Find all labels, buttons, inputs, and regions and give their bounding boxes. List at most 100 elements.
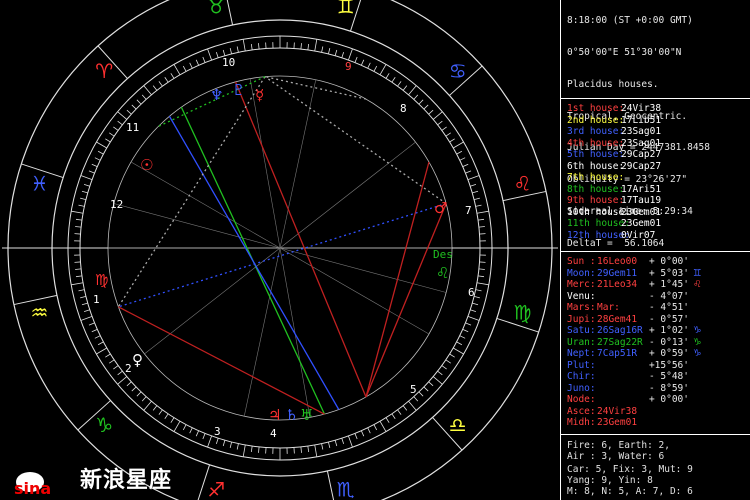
degree-tick xyxy=(441,365,447,370)
degree-tick xyxy=(408,400,417,411)
degree-tick xyxy=(195,430,200,437)
degree-tick xyxy=(473,295,480,299)
house-label: 12th house: xyxy=(567,229,630,241)
planet-row: Sun :16Leo00 + 0°00' xyxy=(567,256,707,268)
degree-tick xyxy=(327,48,331,55)
degree-tick xyxy=(423,104,429,110)
degree-tick xyxy=(250,43,253,51)
planet-declination: - 0°57' xyxy=(648,313,689,325)
degree-tick xyxy=(475,289,482,292)
house-cusp-value: 23Gem01 xyxy=(621,206,662,218)
degree-tick xyxy=(189,427,193,434)
planet-row: Nept:7Cap51R + 0°59' ♑ xyxy=(567,348,707,360)
degree-tick xyxy=(117,376,128,385)
planet-declination: - 5°48' xyxy=(648,371,689,382)
degree-tick xyxy=(108,359,115,364)
planet-position: 26Sag16R xyxy=(597,325,643,336)
degree-tick xyxy=(449,138,455,143)
degree-tick xyxy=(131,386,137,392)
planet-position: 23Gem01 xyxy=(597,417,638,428)
degree-tick xyxy=(126,381,132,387)
planet-glyph-icon: ♍ xyxy=(95,271,108,289)
house-system-line: Placidus houses. xyxy=(567,78,659,90)
degree-tick xyxy=(94,157,101,161)
degree-tick xyxy=(391,413,396,420)
degree-tick xyxy=(143,400,152,411)
degree-tick xyxy=(334,49,338,56)
degree-tick xyxy=(472,190,479,194)
house-number: 2 xyxy=(125,362,132,375)
coordinates-line: 0°50'00"E 51°30'00"N xyxy=(567,46,682,58)
planet-name: Plut: xyxy=(567,359,596,371)
degree-tick xyxy=(88,322,95,326)
degree-tick xyxy=(141,396,147,402)
degree-tick xyxy=(432,111,443,120)
degree-tick xyxy=(478,226,485,228)
degree-tick xyxy=(158,409,163,415)
planet-sign-icon: ♑ xyxy=(693,325,702,336)
degree-tick xyxy=(432,376,443,385)
planet-declination: - 0°13' xyxy=(648,336,689,348)
degree-tick xyxy=(222,440,226,447)
degree-tick xyxy=(476,210,489,214)
house-cusp-value: 23Sag01 xyxy=(621,126,662,137)
degree-tick xyxy=(467,316,480,321)
house-number: 9 xyxy=(345,60,352,73)
degree-tick xyxy=(476,282,489,286)
degree-tick xyxy=(367,427,371,434)
gemini-icon: ♊ xyxy=(337,0,355,19)
planet-declination: - 8°59' xyxy=(648,382,689,394)
sina-watermark: sina 新浪星座 xyxy=(10,458,210,498)
degree-tick xyxy=(141,94,147,100)
degree-tick xyxy=(445,359,452,364)
degree-tick xyxy=(258,43,260,50)
planet-name: Nept: xyxy=(567,348,596,359)
degree-tick xyxy=(478,268,485,270)
planet-position: 27Sag22R xyxy=(597,336,643,348)
house-cusp-row: 1st house:24Vir38 xyxy=(567,103,662,115)
house-cusp-line xyxy=(113,203,281,249)
house-cusp-line xyxy=(279,79,317,249)
degree-tick xyxy=(402,85,408,91)
degree-tick xyxy=(307,43,310,51)
degree-tick xyxy=(477,275,485,278)
planet-glyph-icon: ☿ xyxy=(255,86,264,104)
house-cusp-line xyxy=(279,247,447,293)
degree-tick xyxy=(96,347,107,355)
aspect-line xyxy=(118,306,325,415)
house-label: 2nd house: xyxy=(567,114,625,126)
planet-name: Juno: xyxy=(567,382,596,394)
chart-svg: 653219101187412Des♈♉ ♊♋♌♍♎♏♐♑♒♓☉♀♂♃ ♄ ♅♆ ♇ ☿♍… xyxy=(2,0,558,500)
degree-tick xyxy=(164,413,169,420)
degree-tick xyxy=(97,341,104,346)
degree-tick xyxy=(202,433,206,440)
degree-tick xyxy=(195,59,200,66)
aspect-line xyxy=(234,81,367,398)
degree-tick xyxy=(75,275,83,278)
degree-tick xyxy=(341,438,345,445)
house-cusp-line xyxy=(249,78,281,249)
house-number: 12 xyxy=(110,198,123,211)
house-label: 3rd house: xyxy=(567,126,625,137)
degree-tick xyxy=(397,409,402,415)
degree-tick xyxy=(91,163,98,168)
planet-name: Moon: xyxy=(567,267,596,279)
planet-name: Satu: xyxy=(567,325,596,336)
degree-tick xyxy=(475,204,482,207)
planet-declination: + 0°59' xyxy=(648,348,689,359)
house-cusp-value: 17Ari51 xyxy=(621,183,662,195)
degree-tick xyxy=(477,218,485,221)
planet-glyph-icon: ♅ xyxy=(300,406,313,424)
planet-sign-icon: ♌ xyxy=(693,279,702,290)
aries-icon: ♈ xyxy=(95,59,113,83)
degree-tick xyxy=(242,39,246,52)
cancer-icon: ♋ xyxy=(449,59,467,83)
degree-tick xyxy=(81,302,88,306)
planet-name: Jupi: xyxy=(567,313,596,325)
degree-tick xyxy=(182,65,187,72)
degree-tick xyxy=(300,446,302,453)
house-cusp-value: 24Vir38 xyxy=(621,103,662,114)
degree-tick xyxy=(445,132,452,137)
degree-tick xyxy=(117,120,123,126)
leo-icon: ♌ xyxy=(513,171,531,195)
